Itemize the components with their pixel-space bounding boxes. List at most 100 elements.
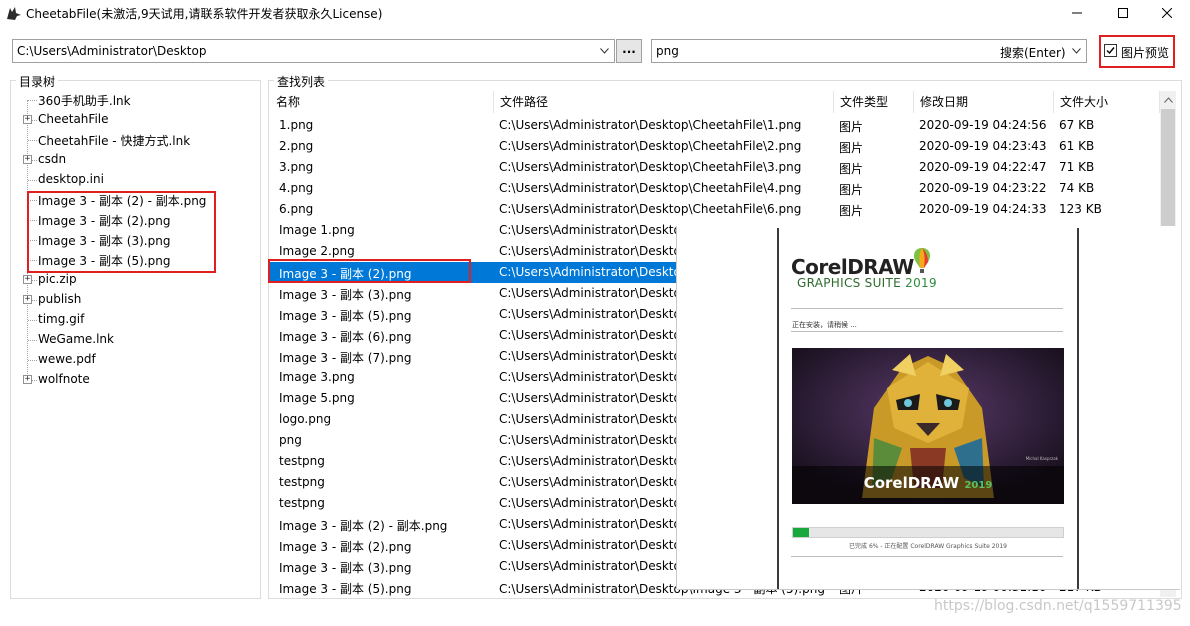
cell-name: Image 3 - 副本 (2) - 副本.png [279,519,448,533]
search-combobox[interactable]: png 搜索(Enter) [651,39,1087,63]
cell-date: 2020-09-19 04:24:56 [919,118,1047,132]
column-header-name[interactable]: 名称 [270,91,494,113]
row-highlight-box [268,259,471,283]
cell-date: 2020-09-19 04:24:33 [919,202,1047,216]
search-dropdown-button[interactable] [1068,42,1084,60]
path-value[interactable]: C:\Users\Administrator\Desktop [17,44,206,58]
tree-connector [28,360,37,361]
cell-size: 61 KB [1059,139,1095,153]
tree-connector [28,140,37,141]
splash-artwork: CorelDRAW 2019 Michal Kasprzak [792,348,1064,504]
cell-name: testpng [279,496,325,510]
cell-path: C:\Users\Administrator\Desktop\CheetahFi… [499,202,802,216]
browse-button[interactable]: ... [616,39,642,63]
minimize-button[interactable] [1054,0,1100,26]
table-row[interactable]: 1.png C:\Users\Administrator\Desktop\Chee… [270,115,1160,136]
preview-divider [791,556,1063,557]
preview-image: CorelDRAW GRAPHICS SUITE 2019 正在安装，请稍候 .… [777,228,1079,589]
column-header-type[interactable]: 文件类型 [834,91,914,113]
tree-item-label: CheetahFile [38,112,109,126]
install-progress-fill [793,528,810,537]
tree-item-label: wewe.pdf [38,352,96,366]
cell-name: logo.png [279,412,332,426]
splash-year: 2019 [964,480,993,491]
chevron-down-icon [1071,48,1081,54]
tree-connector [28,340,37,341]
cell-type: 图片 [839,162,864,176]
path-dropdown-button[interactable] [596,42,612,60]
tree-item-label: desktop.ini [38,172,104,186]
cell-size: 74 KB [1059,181,1095,195]
image-preview-label: 图片预览 [1121,46,1170,60]
splash-artist: Michal Kasprzak [1025,456,1058,461]
cell-name: testpng [279,475,325,489]
window-title: CheetabFile(未激活,9天试用,请联系软件开发者获取永久License… [26,7,383,21]
scroll-thumb[interactable] [1161,109,1175,227]
cheetah-icon [7,7,21,20]
tree-item-label: CheetahFile - 快捷方式.lnk [38,134,191,148]
cell-date: 2020-09-19 04:22:47 [919,160,1047,174]
column-header-size[interactable]: 文件大小 [1054,91,1160,113]
expand-icon[interactable]: + [23,115,32,124]
product-sub-text: GRAPHICS SUITE [797,276,902,290]
preview-divider [791,308,1063,309]
preview-divider [791,331,1063,332]
scroll-up-button[interactable] [1160,91,1176,108]
cell-size: 123 KB [1059,202,1102,216]
table-row[interactable]: 6.png C:\Users\Administrator\Desktop\Chee… [270,199,1160,220]
maximize-button[interactable] [1100,0,1146,26]
cell-name: Image 3 - 副本 (3).png [279,288,412,302]
minimize-icon [1072,12,1082,14]
cell-type: 图片 [839,204,864,218]
product-subtitle: GRAPHICS SUITE 2019 [797,276,937,290]
table-row[interactable]: 3.png C:\Users\Administrator\Desktop\Chee… [270,157,1160,178]
title-bar: CheetabFile(未激活,9天试用,请联系软件开发者获取永久License… [0,0,1190,26]
cell-name: 2.png [279,139,314,153]
search-enter-hint: 搜索(Enter) [1000,46,1066,60]
cell-name: Image 5.png [279,391,355,405]
cell-name: Image 3 - 副本 (5).png [279,582,412,596]
search-value[interactable]: png [656,44,679,58]
cell-date: 2020-09-19 04:23:22 [919,181,1047,195]
expand-icon[interactable]: + [23,375,32,384]
balloon-logo-icon [914,248,930,273]
expand-icon[interactable]: + [23,295,32,304]
table-row[interactable]: 4.png C:\Users\Administrator\Desktop\Chee… [270,178,1160,199]
image-preview-toggle[interactable]: 图片预览 [1099,35,1175,68]
cell-name: 6.png [279,202,314,216]
tree-item-label: csdn [38,152,67,166]
cell-type: 图片 [839,141,864,155]
close-button[interactable] [1144,0,1190,26]
tree-item-label: timg.gif [38,312,85,326]
cell-name: 3.png [279,160,314,174]
chevron-up-icon [1163,96,1173,103]
column-header-date[interactable]: 修改日期 [914,91,1054,113]
expand-icon[interactable]: + [23,155,32,164]
expand-icon[interactable]: + [23,275,32,284]
progress-text: 已完成 6% - 正在配置 CorelDRAW Graphics Suite 2… [849,543,1007,550]
tree-connector [28,100,37,101]
cell-size: 67 KB [1059,118,1095,132]
splash-brand: CorelDRAW 2019 [792,474,1064,492]
directory-tree-title: 目录树 [16,73,59,90]
image-preview-checkbox[interactable] [1104,44,1117,57]
column-header-path[interactable]: 文件路径 [494,91,834,113]
close-icon [1162,8,1172,18]
install-progress-bar [792,527,1064,538]
cell-type: 图片 [839,120,864,134]
watermark: https://blog.csdn.net/q1559711395 [934,598,1182,614]
cell-path: C:\Users\Administrator\Desktop\CheetahFi… [499,118,802,132]
installing-status: 正在安装，请稍候 ... [792,321,857,329]
tree-connector [28,320,37,321]
splash-brand-text: CorelDRAW [863,474,960,492]
cell-name: Image 3 - 副本 (6).png [279,330,412,344]
tree-item-label: 360手机助手.lnk [38,94,131,108]
tree-item-label: pic.zip [38,272,77,286]
product-year: 2019 [905,276,937,290]
cell-name: Image 3 - 副本 (5).png [279,309,412,323]
cell-name: Image 3 - 副本 (7).png [279,351,412,365]
cell-path: C:\Users\Administrator\Desktop\CheetahFi… [499,160,802,174]
image-preview-panel: CorelDRAW GRAPHICS SUITE 2019 正在安装，请稍候 .… [677,226,1180,589]
table-row[interactable]: 2.png C:\Users\Administrator\Desktop\Chee… [270,136,1160,157]
path-combobox[interactable]: C:\Users\Administrator\Desktop [12,39,615,63]
